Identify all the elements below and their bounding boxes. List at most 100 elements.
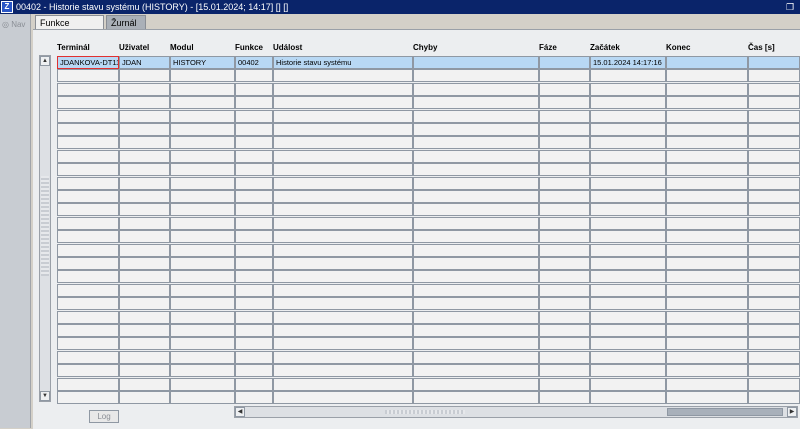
grid-cell[interactable] (539, 337, 590, 350)
grid-cell[interactable] (413, 203, 539, 216)
grid-cell[interactable] (413, 177, 539, 190)
grid-cell[interactable] (170, 177, 235, 190)
grid-cell[interactable] (590, 110, 666, 123)
grid-cell[interactable] (235, 378, 273, 391)
grid-cell[interactable] (666, 391, 748, 404)
grid-cell[interactable] (57, 324, 119, 337)
grid-cell[interactable] (666, 203, 748, 216)
grid-cell[interactable] (413, 56, 539, 69)
grid-cell[interactable] (170, 136, 235, 149)
grid-cell[interactable] (666, 69, 748, 82)
grid-cell[interactable] (57, 230, 119, 243)
grid-cell[interactable] (119, 284, 170, 297)
grid-cell[interactable] (170, 257, 235, 270)
grid-cell[interactable]: JDAN (119, 56, 170, 69)
grid-cell[interactable] (273, 217, 413, 230)
grid-cell[interactable] (413, 378, 539, 391)
grid-cell[interactable] (413, 217, 539, 230)
grid-cell[interactable] (539, 110, 590, 123)
table-row[interactable] (55, 324, 800, 337)
grid-cell[interactable] (539, 56, 590, 69)
grid-cell[interactable] (57, 337, 119, 350)
grid-cell[interactable] (590, 217, 666, 230)
grid-cell[interactable] (57, 190, 119, 203)
grid-cell[interactable] (57, 69, 119, 82)
grid-cell[interactable] (666, 257, 748, 270)
column-header[interactable]: Uživatel (119, 42, 149, 54)
grid-cell[interactable] (748, 203, 800, 216)
grid-cell[interactable] (748, 230, 800, 243)
grid-cell[interactable] (170, 364, 235, 377)
grid-cell[interactable] (273, 163, 413, 176)
grid-cell[interactable] (748, 56, 800, 69)
grid-cell[interactable] (748, 136, 800, 149)
grid-cell[interactable] (235, 190, 273, 203)
grid-cell[interactable] (590, 311, 666, 324)
table-row[interactable] (55, 364, 800, 377)
grid-cell[interactable] (590, 351, 666, 364)
grid-cell[interactable] (413, 311, 539, 324)
grid-cell[interactable] (666, 351, 748, 364)
column-header[interactable]: Fáze (539, 42, 557, 54)
grid-cell[interactable] (273, 351, 413, 364)
grid-cell[interactable] (235, 270, 273, 283)
grid-cell[interactable] (539, 177, 590, 190)
grid-cell[interactable] (273, 203, 413, 216)
grid-cell[interactable] (57, 364, 119, 377)
grid-cell[interactable] (413, 244, 539, 257)
grid-cell[interactable] (590, 270, 666, 283)
grid-cell[interactable] (539, 123, 590, 136)
grid-cell[interactable] (590, 136, 666, 149)
grid-cell[interactable] (235, 69, 273, 82)
grid-cell[interactable] (119, 177, 170, 190)
grid-cell[interactable] (273, 69, 413, 82)
grid-cell[interactable] (590, 190, 666, 203)
grid-cell[interactable] (666, 56, 748, 69)
grid-cell[interactable] (590, 324, 666, 337)
grid-cell[interactable] (273, 284, 413, 297)
grid-cell[interactable] (539, 83, 590, 96)
grid-cell[interactable] (590, 96, 666, 109)
grid-cell[interactable] (413, 83, 539, 96)
scroll-right-icon[interactable]: ▶ (787, 407, 797, 417)
vertical-scrollbar[interactable]: ▲ ▼ (39, 55, 51, 402)
grid-cell[interactable] (235, 96, 273, 109)
column-header[interactable]: Událost (273, 42, 302, 54)
table-row[interactable] (55, 123, 800, 136)
grid-cell[interactable] (235, 284, 273, 297)
grid-cell[interactable] (119, 351, 170, 364)
grid-cell[interactable] (235, 257, 273, 270)
grid-cell[interactable] (748, 364, 800, 377)
grid-cell[interactable] (119, 110, 170, 123)
grid-cell[interactable] (57, 284, 119, 297)
grid-cell[interactable] (273, 230, 413, 243)
grid-cell[interactable] (748, 284, 800, 297)
grid-cell[interactable] (273, 136, 413, 149)
grid-cell[interactable] (590, 284, 666, 297)
grid-cell[interactable] (235, 324, 273, 337)
grid-cell[interactable] (273, 270, 413, 283)
grid-cell[interactable] (119, 163, 170, 176)
grid-cell[interactable] (57, 96, 119, 109)
grid-cell[interactable] (170, 110, 235, 123)
scroll-down-icon[interactable]: ▼ (40, 391, 50, 401)
grid-cell[interactable] (413, 270, 539, 283)
grid-cell[interactable] (590, 297, 666, 310)
table-row[interactable] (55, 136, 800, 149)
grid-cell[interactable] (57, 351, 119, 364)
grid-cell[interactable] (57, 177, 119, 190)
grid-cell[interactable] (666, 150, 748, 163)
table-row[interactable] (55, 257, 800, 270)
grid-cell[interactable] (119, 190, 170, 203)
column-header[interactable]: Terminál (57, 42, 90, 54)
grid-cell[interactable] (666, 163, 748, 176)
restore-window-icon[interactable]: ❐ (786, 0, 794, 14)
grid-cell[interactable] (170, 83, 235, 96)
grid-cell[interactable] (170, 150, 235, 163)
grid-cell[interactable] (666, 337, 748, 350)
grid-cell[interactable] (119, 257, 170, 270)
grid-cell[interactable]: Historie stavu systému (273, 56, 413, 69)
grid-cell[interactable]: 15.01.2024 14:17:16 (590, 56, 666, 69)
grid-cell[interactable] (119, 123, 170, 136)
grid-cell[interactable] (539, 324, 590, 337)
